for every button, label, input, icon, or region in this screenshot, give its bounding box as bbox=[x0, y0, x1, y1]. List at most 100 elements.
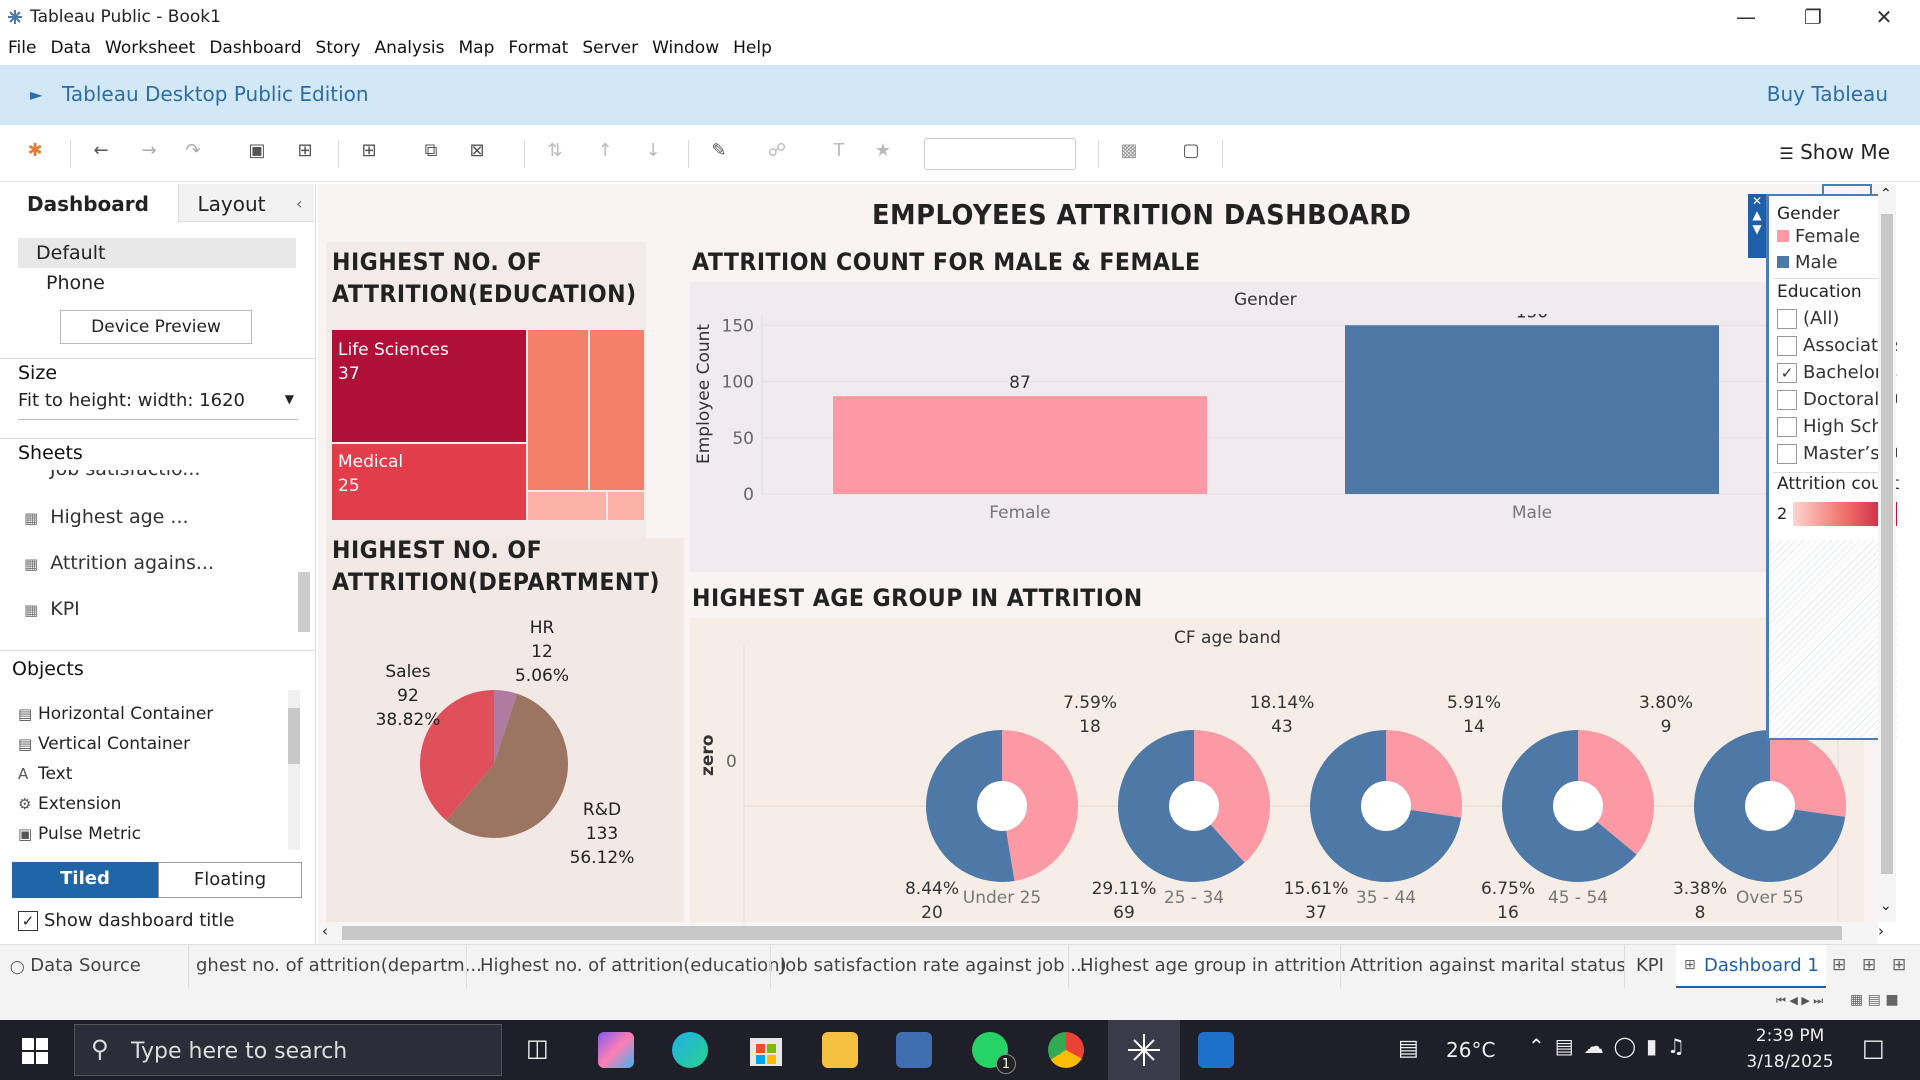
object-pulse-metric[interactable]: ▣ Pulse Metric bbox=[18, 824, 141, 844]
bar-male[interactable] bbox=[1345, 325, 1719, 494]
tab-navigation-icons[interactable]: ⏮ ◀ ▶ ⏭ bbox=[1776, 994, 1823, 1008]
edge-browser-icon[interactable] bbox=[672, 1032, 708, 1068]
copilot-icon[interactable] bbox=[598, 1032, 634, 1068]
legend-gender-female[interactable]: Female bbox=[1777, 226, 1860, 247]
object-text[interactable]: A Text bbox=[18, 764, 72, 784]
tab-kpi[interactable]: KPI bbox=[1636, 955, 1664, 976]
menu-map[interactable]: Map bbox=[451, 34, 495, 66]
checkbox-icon[interactable] bbox=[1777, 417, 1797, 437]
object-vertical-container[interactable]: ▤ Vertical Container bbox=[18, 734, 190, 754]
minimize-button[interactable]: — bbox=[1718, 2, 1774, 32]
device-default[interactable]: Default bbox=[18, 238, 296, 268]
sheet-highest-age[interactable]: ▦ Highest age ... bbox=[24, 506, 189, 528]
tab-dashboard-1[interactable]: ⊞ Dashboard 1 bbox=[1676, 945, 1826, 989]
redo-icon[interactable]: → bbox=[136, 140, 162, 161]
tab-job-satisfaction[interactable]: Job satisfaction rate against job ... bbox=[780, 955, 1087, 976]
treemap-cell[interactable] bbox=[608, 492, 644, 520]
object-horizontal-container[interactable]: ▤ Horizontal Container bbox=[18, 704, 213, 724]
scroll-left-icon[interactable]: ‹ bbox=[322, 922, 328, 940]
menu-window[interactable]: Window bbox=[644, 34, 719, 66]
sheet-kpi[interactable]: ▦ KPI bbox=[24, 598, 80, 620]
treemap-cell[interactable] bbox=[528, 330, 588, 490]
clock-time[interactable]: 2:39 PM bbox=[1740, 1026, 1840, 1046]
remote-desktop-icon[interactable] bbox=[896, 1032, 932, 1068]
scroll-up-icon[interactable]: ⌃ bbox=[1880, 186, 1892, 202]
horizontal-scrollbar[interactable]: ‹ › bbox=[318, 922, 1884, 944]
add-data-source-icon[interactable]: ⊞ bbox=[292, 140, 318, 161]
menu-worksheet[interactable]: Worksheet bbox=[97, 34, 195, 66]
buy-tableau-link[interactable]: Buy Tableau bbox=[1767, 82, 1888, 106]
tab-education[interactable]: Highest no. of attrition(education) bbox=[480, 955, 787, 976]
menu-format[interactable]: Format bbox=[500, 34, 568, 66]
menu-help[interactable]: Help bbox=[725, 34, 772, 66]
clear-sheet-icon[interactable]: ⊠ bbox=[464, 140, 490, 161]
new-worksheet-icon[interactable]: ⊞ bbox=[356, 140, 382, 161]
sheet-attrition-against[interactable]: ▦ Attrition agains... bbox=[24, 552, 214, 574]
new-story-tab-icon[interactable]: ⊞ bbox=[1892, 955, 1906, 975]
new-worksheet-tab-icon[interactable]: ⊞ bbox=[1832, 955, 1846, 975]
clock-date[interactable]: 3/18/2025 bbox=[1740, 1052, 1840, 1072]
treemap-cell[interactable] bbox=[528, 492, 606, 520]
scroll-thumb[interactable] bbox=[342, 926, 1842, 940]
taskbar-search-box[interactable]: ⚲ Type here to search bbox=[74, 1024, 502, 1076]
size-dropdown[interactable]: Fit to height: width: 1620 ▼ bbox=[18, 390, 298, 420]
tableau-taskbar-active[interactable] bbox=[1108, 1020, 1180, 1080]
system-tray-icons[interactable]: ⌃▤☁◯▮♫ bbox=[1528, 1034, 1695, 1058]
menu-file[interactable]: File bbox=[0, 34, 36, 66]
microsoft-store-icon[interactable] bbox=[748, 1032, 784, 1068]
tab-age-group[interactable]: Highest age group in attrition bbox=[1080, 955, 1346, 976]
legend-floating-controls[interactable]: ✕ ▲ ▼ bbox=[1748, 194, 1766, 258]
bar-female[interactable] bbox=[833, 396, 1207, 494]
tab-department[interactable]: ghest no. of attrition(departm... bbox=[196, 955, 482, 976]
tableau-home-icon[interactable]: ✱ bbox=[22, 140, 48, 161]
chrome-icon[interactable] bbox=[1048, 1032, 1084, 1068]
collapse-panel-icon[interactable]: ‹ bbox=[296, 194, 302, 213]
checked-checkbox-icon[interactable]: ✓ bbox=[1777, 363, 1797, 383]
checkbox-icon[interactable] bbox=[1777, 390, 1797, 410]
notification-icon[interactable]: □ bbox=[1862, 1034, 1885, 1062]
file-explorer-icon[interactable] bbox=[822, 1032, 858, 1068]
tab-dashboard[interactable]: Dashboard bbox=[0, 184, 176, 222]
highlight-icon[interactable]: ✎ bbox=[706, 140, 732, 161]
swap-icon[interactable]: ⇅ bbox=[542, 140, 568, 161]
vertical-scrollbar[interactable]: ⌃ ⌄ bbox=[1878, 184, 1896, 922]
replay-icon[interactable]: ↷ bbox=[180, 140, 206, 161]
checkbox-icon[interactable] bbox=[1777, 444, 1797, 464]
objects-scrollbar[interactable] bbox=[288, 690, 300, 850]
show-cards-icon[interactable]: ▩ bbox=[1116, 140, 1142, 161]
group-icon[interactable]: ☍ bbox=[764, 140, 790, 161]
scroll-down-icon[interactable]: ⌄ bbox=[1880, 898, 1892, 914]
tab-layout[interactable]: Layout bbox=[178, 184, 314, 222]
legend-grip-icon[interactable] bbox=[1822, 184, 1872, 194]
menu-server[interactable]: Server bbox=[574, 34, 638, 66]
floating-toggle[interactable]: Floating bbox=[158, 862, 302, 898]
duplicate-sheet-icon[interactable]: ⧉ bbox=[418, 140, 444, 161]
object-extension[interactable]: ⚙ Extension bbox=[18, 794, 121, 814]
device-preview-button[interactable]: Device Preview bbox=[60, 310, 252, 344]
undo-icon[interactable]: ← bbox=[88, 140, 114, 161]
show-me-button[interactable]: ☰ Show Me bbox=[1779, 140, 1890, 164]
menu-dashboard[interactable]: Dashboard bbox=[201, 34, 301, 66]
tab-data-source[interactable]: ◯ Data Source bbox=[10, 955, 141, 976]
labels-icon[interactable]: T bbox=[826, 140, 852, 161]
close-button[interactable]: ✕ bbox=[1856, 2, 1912, 32]
sort-ascending-icon[interactable]: ↑ bbox=[592, 140, 618, 161]
sheets-scrollbar[interactable] bbox=[298, 572, 310, 632]
menu-analysis[interactable]: Analysis bbox=[366, 34, 444, 66]
menu-story[interactable]: Story bbox=[308, 34, 361, 66]
view-mode-icons[interactable]: ▦ ▤ ■ bbox=[1850, 992, 1899, 1008]
weather-temp[interactable]: 26°C bbox=[1446, 1038, 1495, 1062]
save-icon[interactable]: ▣ bbox=[244, 140, 270, 161]
treemap-cell[interactable] bbox=[590, 330, 644, 490]
scroll-thumb[interactable] bbox=[1881, 214, 1893, 874]
sheet-job-satisfaction[interactable]: Job satisfactio... bbox=[50, 470, 200, 480]
tab-marital-status[interactable]: Attrition against marital status bbox=[1350, 955, 1626, 976]
pin-icon[interactable]: ★ bbox=[870, 140, 896, 161]
checkbox-icon[interactable] bbox=[1777, 336, 1797, 356]
presentation-mode-icon[interactable]: ▢ bbox=[1178, 140, 1204, 161]
legend-gender-male[interactable]: Male bbox=[1777, 252, 1838, 273]
windows-start-icon[interactable] bbox=[22, 1038, 48, 1064]
menu-data[interactable]: Data bbox=[42, 34, 91, 66]
task-view-icon[interactable]: ◫ bbox=[526, 1034, 549, 1062]
media-player-icon[interactable] bbox=[1198, 1032, 1234, 1068]
